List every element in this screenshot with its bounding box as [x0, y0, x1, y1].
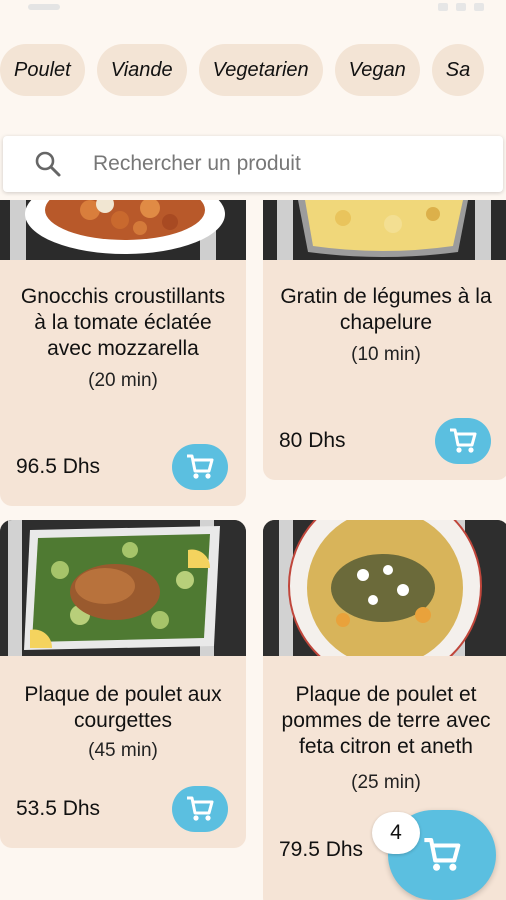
product-image [0, 200, 246, 260]
cart-icon [450, 428, 477, 453]
search-input[interactable]: Rechercher un produit [93, 152, 301, 176]
product-image [263, 200, 506, 260]
status-icon [456, 3, 466, 11]
product-title: Plaque de poulet aux courgettes [24, 683, 222, 732]
add-to-cart-button[interactable] [172, 444, 228, 490]
product-title: Gratin de légumes à la chapelure [280, 285, 492, 334]
chip-partial[interactable]: Sa [431, 44, 485, 96]
search-icon [33, 149, 63, 179]
status-icon [438, 3, 448, 11]
product-card[interactable]: Gnocchis croustillants à la tomate éclat… [0, 200, 246, 506]
product-time: (20 min) [88, 370, 158, 391]
status-bar [0, 0, 506, 14]
product-time: (10 min) [351, 344, 421, 365]
chip-vegan[interactable]: Vegan [334, 44, 420, 96]
cart-icon [187, 454, 214, 479]
category-chips: Poulet Viande Vegetarien Vegan Sa [0, 44, 506, 98]
product-card[interactable]: Plaque de poulet aux courgettes (45 min)… [0, 520, 246, 848]
product-price: 79.5 Dhs [279, 838, 364, 861]
status-icons [438, 3, 484, 11]
chip-viande[interactable]: Viande [96, 44, 187, 96]
status-icon [474, 3, 484, 11]
cart-count-badge: 4 [372, 812, 420, 854]
cart-icon [187, 796, 214, 821]
product-price: 96.5 Dhs [16, 455, 101, 478]
chip-poulet[interactable]: Poulet [0, 44, 85, 96]
product-title: Plaque de poulet et pommes de terre avec… [281, 683, 491, 758]
status-indicator [28, 4, 60, 10]
add-to-cart-button[interactable] [435, 418, 491, 464]
product-image [0, 520, 246, 656]
add-to-cart-button[interactable] [172, 786, 228, 832]
product-title: Gnocchis croustillants à la tomate éclat… [20, 285, 226, 360]
product-card[interactable]: Gratin de légumes à la chapelure (10 min… [263, 200, 506, 480]
product-time: (45 min) [88, 740, 158, 761]
product-image [263, 520, 506, 656]
cart-icon [424, 838, 461, 871]
product-price: 53.5 Dhs [16, 797, 101, 820]
search-bar[interactable]: Rechercher un produit [3, 136, 503, 192]
product-price: 80 Dhs [279, 429, 346, 452]
product-grid: Gnocchis croustillants à la tomate éclat… [0, 200, 506, 900]
product-time: (25 min) [351, 772, 421, 793]
chip-vegetarien[interactable]: Vegetarien [198, 44, 323, 96]
